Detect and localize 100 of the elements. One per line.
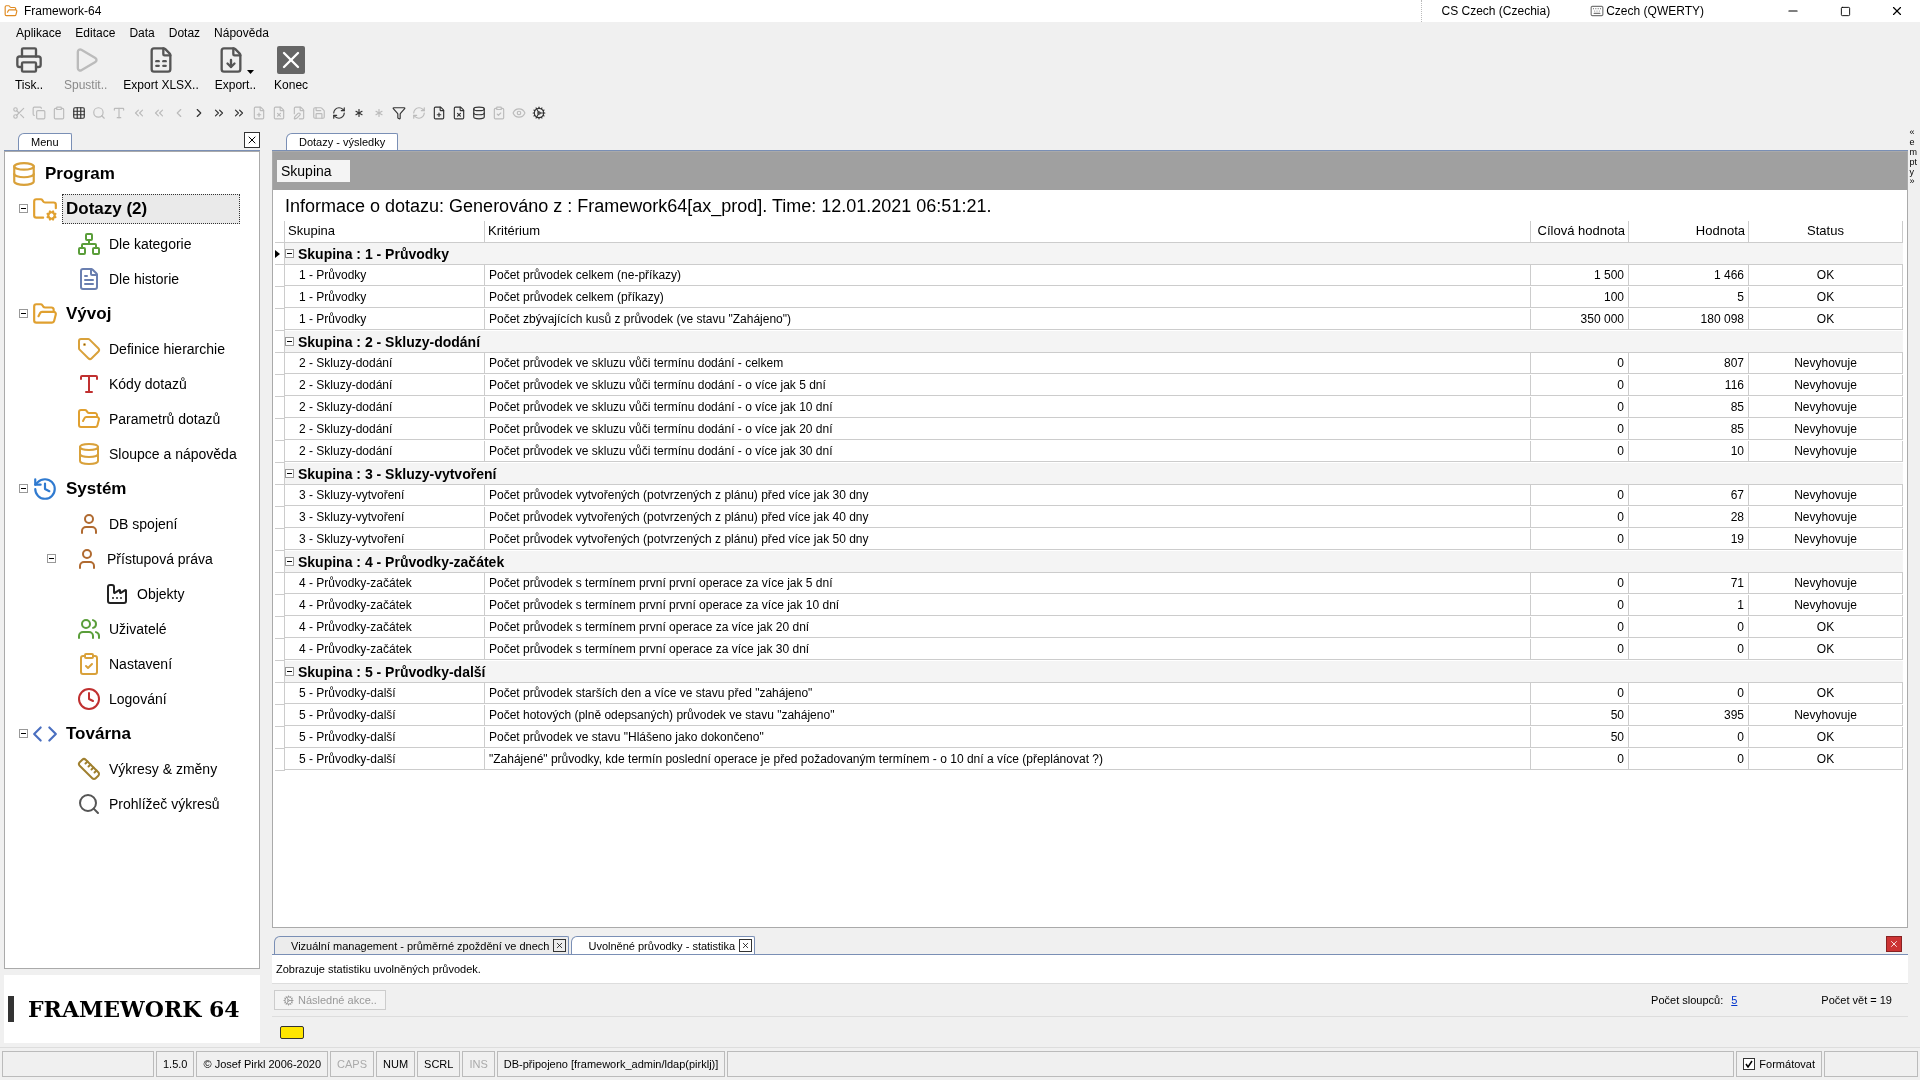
toolbar-button[interactable] xyxy=(332,106,346,120)
group-expander[interactable] xyxy=(285,249,294,258)
tree-item[interactable]: Systém xyxy=(62,473,131,504)
tree-item[interactable]: Nastavení xyxy=(105,650,177,677)
tree-item[interactable]: Dle historie xyxy=(105,265,184,292)
toolbar-button[interactable]: Export XLSX.. xyxy=(117,44,205,94)
tree-item[interactable]: Definice hierarchie xyxy=(105,335,229,362)
toolbar-icon xyxy=(492,106,506,120)
group-row[interactable]: Skupina : 5 - Průvodky-další xyxy=(285,661,1903,683)
toolbar-button[interactable] xyxy=(432,106,446,120)
tree-expander[interactable] xyxy=(47,554,56,563)
language-indicator[interactable]: CS Czech (Czechia) xyxy=(1441,4,1551,18)
close-icon[interactable] xyxy=(739,939,753,952)
toolbar-icon xyxy=(152,106,166,120)
tree-item[interactable]: Dotazy (2) xyxy=(62,193,240,224)
toolbar-icon xyxy=(212,106,226,120)
tree-item[interactable]: Dle kategorie xyxy=(105,230,196,257)
toolbar-button[interactable] xyxy=(472,106,486,120)
tree-item[interactable]: Kódy dotazů xyxy=(105,370,191,397)
tree-expander[interactable] xyxy=(19,309,28,318)
minus-icon xyxy=(20,310,27,317)
tree-item[interactable]: Továrna xyxy=(62,718,135,749)
row-pointer-icon xyxy=(275,249,280,258)
tree-item[interactable]: Výkresy & změny xyxy=(105,755,222,782)
tree-expander[interactable] xyxy=(19,484,28,493)
table-cell: Počet průvodek celkem (ne-příkazy) xyxy=(485,265,1531,286)
menu-item[interactable]: Data xyxy=(123,24,161,42)
group-expander[interactable] xyxy=(285,557,294,566)
table-cell: OK xyxy=(1749,727,1903,748)
tree-item[interactable]: Uživatelé xyxy=(105,615,171,642)
toolbar-button[interactable]: Konec xyxy=(266,44,317,94)
query-info: Informace o dotazu: Generováno z : Framework64[ax_prod]. Time: 12.01.2021 06:51:21. xyxy=(284,195,993,219)
tree-item[interactable]: DB spojení xyxy=(105,510,182,537)
toolbar-button[interactable] xyxy=(352,106,366,120)
tree-item[interactable]: Logování xyxy=(105,685,171,712)
tree-item[interactable]: Prohlížeč výkresů xyxy=(105,790,224,817)
table-cell: Počet průvodek ve skluzu vůči termínu dodání - o více jak 30 dní xyxy=(485,441,1531,462)
tree-expander[interactable] xyxy=(19,204,28,213)
toolbar-button[interactable] xyxy=(392,106,406,120)
toolbar-button[interactable] xyxy=(232,106,246,120)
menu-item[interactable]: Aplikace xyxy=(10,24,68,42)
group-expander[interactable] xyxy=(285,337,294,346)
toolbar-button[interactable] xyxy=(72,106,86,120)
tree-item[interactable]: Program xyxy=(41,158,119,189)
menu-item[interactable]: Editace xyxy=(69,24,122,42)
keyboard-layout[interactable]: Czech (QWERTY) xyxy=(1606,4,1704,18)
menu-item[interactable]: Dotaz xyxy=(162,24,207,42)
table-cell: 0 xyxy=(1531,419,1629,440)
checkbox[interactable] xyxy=(1743,1058,1756,1070)
format-checkbox[interactable]: Formátovat xyxy=(1736,1051,1822,1077)
table-cell: 807 xyxy=(1629,353,1749,374)
close-button[interactable] xyxy=(1886,936,1902,952)
table-cell: 116 xyxy=(1629,375,1749,396)
table-cell: Nevyhovuje xyxy=(1749,595,1903,616)
toolbar-icon xyxy=(52,106,66,120)
table-cell: Nevyhovuje xyxy=(1749,529,1903,550)
menu-tab[interactable]: Menu xyxy=(18,133,72,150)
group-row[interactable]: Skupina : 3 - Skluzy-vytvoření xyxy=(285,463,1903,485)
table-cell: OK xyxy=(1749,265,1903,286)
minus-icon xyxy=(286,668,293,675)
toolbar-button[interactable] xyxy=(532,106,546,120)
tree-expander[interactable] xyxy=(19,729,28,738)
status-cell: NUM xyxy=(376,1051,416,1077)
toolbar-icon xyxy=(232,106,246,120)
side-label[interactable]: « empty » xyxy=(1909,128,1919,188)
report-tab[interactable]: Uvolněné průvodky - statistika xyxy=(571,936,756,954)
table-cell: 0 xyxy=(1531,485,1629,506)
group-expander[interactable] xyxy=(285,469,294,478)
tree-item[interactable]: Objekty xyxy=(133,580,189,607)
toolbar-button[interactable] xyxy=(212,106,226,120)
group-row[interactable]: Skupina : 1 - Průvodky xyxy=(285,243,1903,265)
group-title: Skupina : 5 - Průvodky-další xyxy=(298,663,486,680)
table-cell: Počet hotových (plně odepsaných) průvodek ve stavu "zahájeno" xyxy=(485,705,1531,726)
close-icon[interactable] xyxy=(553,939,567,952)
toolbar-button[interactable]: Tisk.. xyxy=(4,44,54,94)
tree-item[interactable]: Vývoj xyxy=(62,298,116,329)
caret-icon xyxy=(246,70,254,74)
table-cell: 71 xyxy=(1629,573,1749,594)
tree-item[interactable]: Parametrů dotazů xyxy=(105,405,225,432)
toolbar-button[interactable]: Export.. xyxy=(208,44,263,94)
table-cell: 5 - Průvodky-další xyxy=(285,749,485,770)
tree-item[interactable]: Přístupová práva xyxy=(103,545,217,572)
tree-item[interactable]: Sloupce a nápověda xyxy=(105,440,241,467)
group-row[interactable]: Skupina : 2 - Skluzy-dodání xyxy=(285,331,1903,353)
report-tab[interactable]: Vizuální management - průměrné zpoždění ve dnech xyxy=(274,936,570,954)
results-tab[interactable]: Dotazy - výsledky xyxy=(286,133,399,150)
table-cell: Počet průvodek s termínem první první operace za více jak 10 dní xyxy=(485,595,1531,616)
menu-item[interactable]: Nápověda xyxy=(208,24,275,42)
toolbar-icon xyxy=(392,106,406,120)
group-row[interactable]: Skupina : 4 - Průvodky-začátek xyxy=(285,551,1903,573)
column-count-link[interactable]: 5 xyxy=(1731,994,1738,1006)
group-chip[interactable]: Skupina xyxy=(277,160,350,182)
table-cell: OK xyxy=(1749,309,1903,330)
table-cell: 1 - Průvodky xyxy=(285,265,485,286)
group-expander[interactable] xyxy=(285,667,294,676)
toolbar-button[interactable] xyxy=(452,106,466,120)
toolbar-icon xyxy=(292,106,306,120)
close-button[interactable] xyxy=(244,132,260,148)
minus-icon xyxy=(20,205,27,212)
close-icon xyxy=(1889,939,1899,949)
